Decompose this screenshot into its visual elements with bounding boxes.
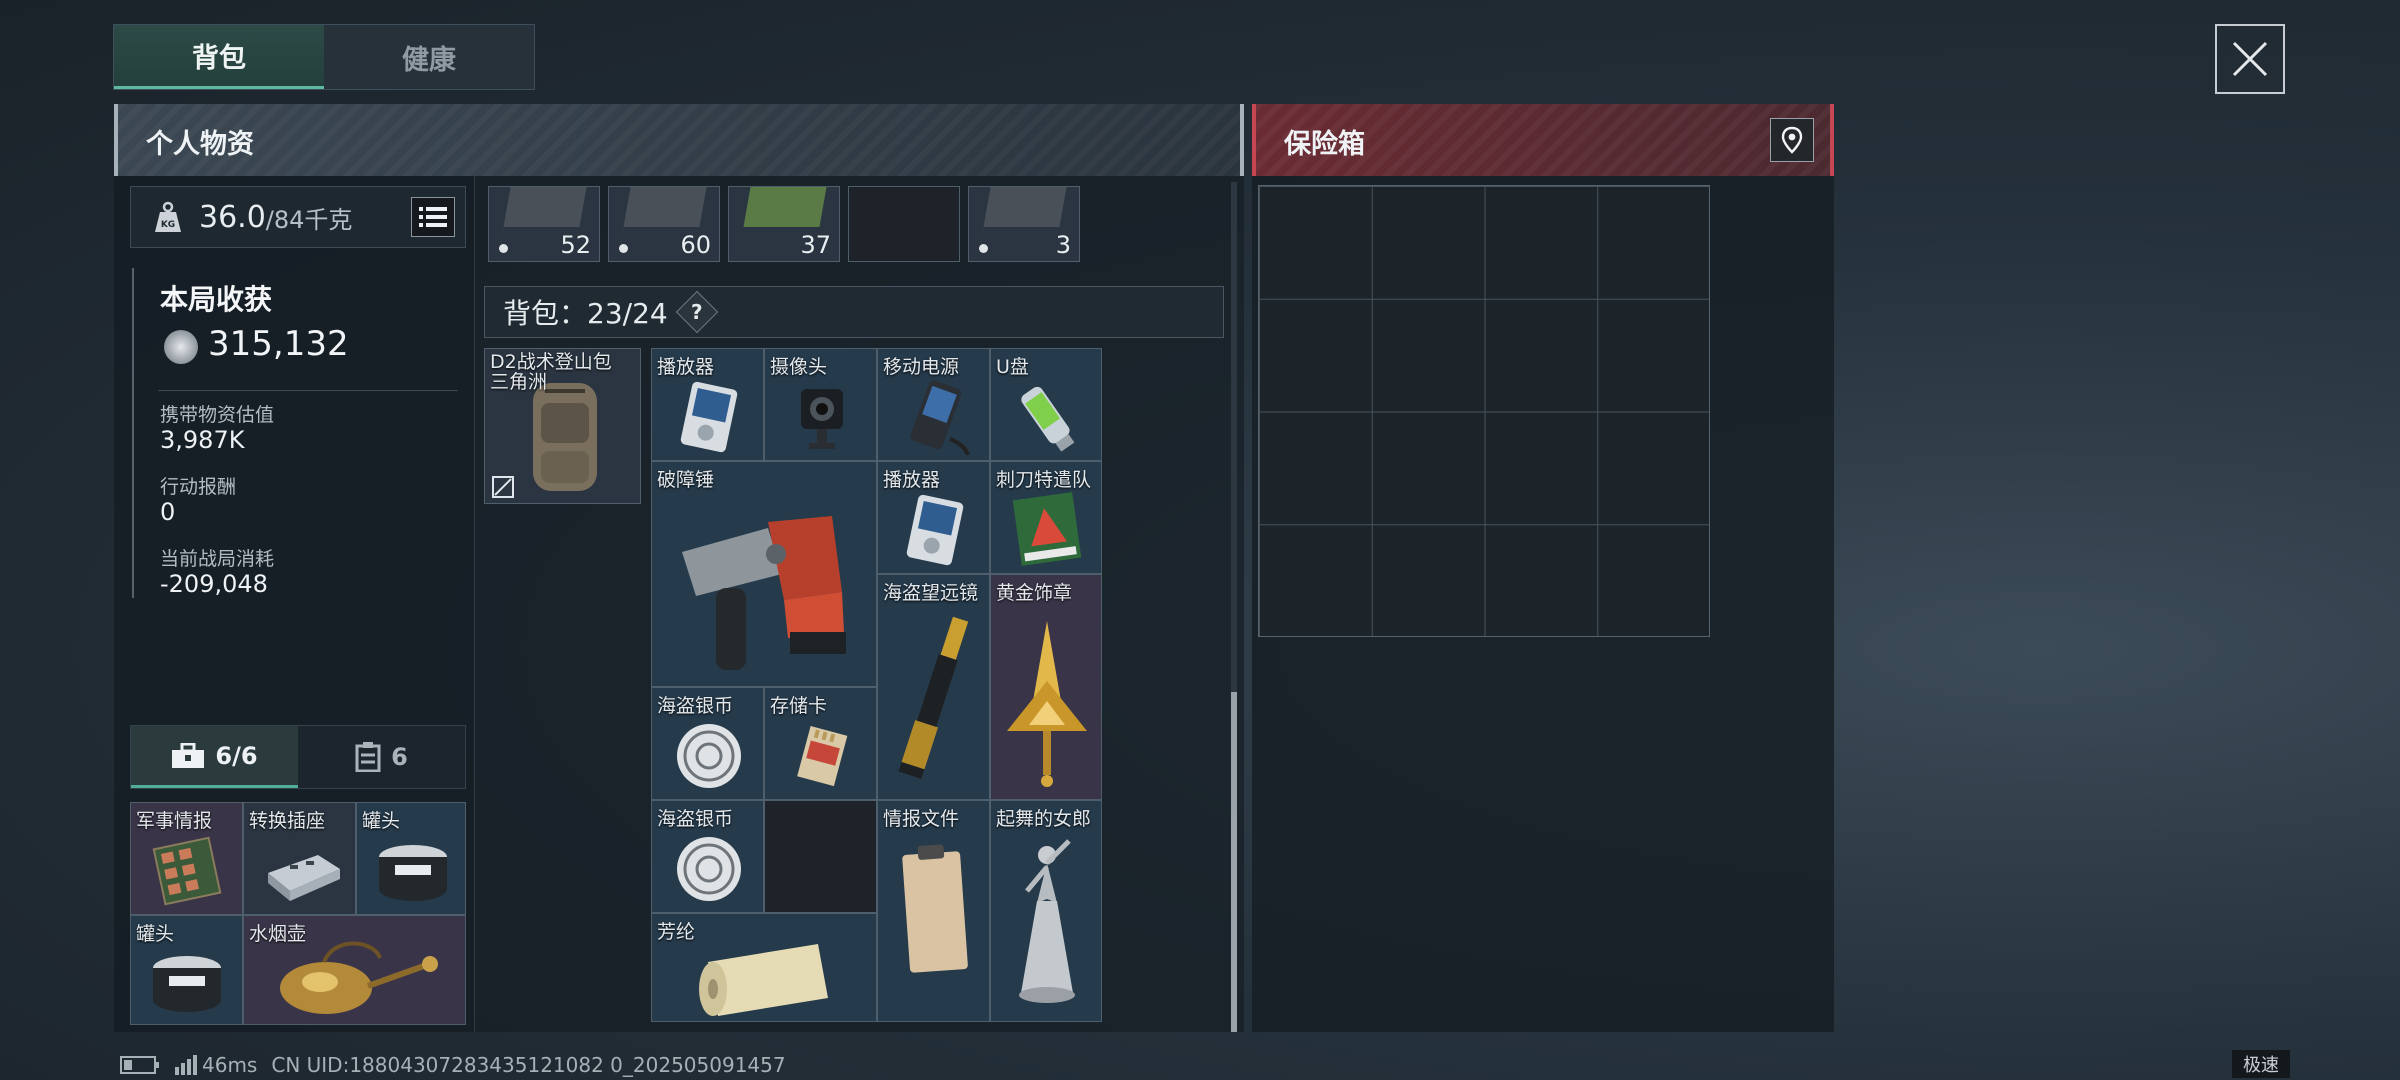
list-view-button[interactable] — [411, 197, 455, 237]
cost-value: -209,048 — [160, 570, 268, 598]
can-icon — [153, 956, 221, 1012]
media-player-icon — [680, 381, 738, 453]
telescope-icon — [898, 616, 969, 779]
clipboard-icon — [902, 844, 968, 973]
item-power-bank[interactable]: 移动电源 — [877, 348, 990, 461]
status-bar: 46ms CN UID:18804307283435121082 0_20250… — [120, 1050, 786, 1080]
ammo-box-2[interactable]: 60 — [608, 186, 720, 262]
power-drill-icon — [682, 516, 846, 670]
backpack-scrollbar[interactable] — [1231, 182, 1237, 1032]
empty-slot[interactable] — [764, 800, 877, 913]
tab-case[interactable]: 6 — [298, 726, 465, 788]
item-pirate-coin-1[interactable]: 海盗银币 — [651, 687, 764, 800]
ammo-box-4[interactable]: 3 — [968, 186, 1080, 262]
safe-box-grid[interactable] — [1258, 185, 1710, 637]
camera-icon — [801, 389, 843, 449]
backpack-capacity-bar: 背包：23/24 ? — [484, 286, 1224, 338]
ammo-box-1[interactable]: 52 — [488, 186, 600, 262]
pouch-item-hookah[interactable]: 水烟壶 — [243, 915, 466, 1025]
item-aramid[interactable]: 芳纶 — [651, 913, 877, 1022]
tab-health[interactable]: 健康 — [324, 25, 534, 89]
item-pirate-coin-2[interactable]: 海盗银币 — [651, 800, 764, 913]
help-button[interactable]: ? — [675, 290, 718, 334]
location-pin-icon — [1781, 126, 1803, 154]
battery-icon — [120, 1056, 159, 1074]
item-player-2[interactable]: 播放器 — [877, 461, 990, 574]
close-icon — [2232, 41, 2268, 77]
list-icon — [419, 207, 447, 227]
power-bank-icon — [910, 380, 970, 456]
pouch-item-can-1[interactable]: 罐头 — [356, 802, 466, 915]
cost-label: 当前战局消耗 — [160, 548, 275, 570]
pouch-item-can-2[interactable]: 罐头 — [130, 915, 243, 1025]
round-gain-label: 本局收获 — [160, 283, 273, 316]
ammo-box-3[interactable]: 37 — [728, 186, 840, 262]
kg-weight-icon: KG — [155, 201, 181, 232]
safe-box-header: 保险箱 — [1252, 104, 1834, 176]
gold-emblem-icon — [1007, 621, 1087, 787]
round-gain-value: 315,132 — [208, 324, 349, 364]
backpack-brand: 三角洲 — [490, 371, 548, 393]
fabric-roll-icon — [699, 944, 828, 1016]
silver-coin-icon — [677, 837, 741, 901]
svg-text:KG: KG — [161, 220, 175, 230]
weight-display: KG 36.0 /84千克 — [130, 186, 466, 248]
item-usb-drive[interactable]: U盘 — [990, 348, 1102, 461]
item-player-1[interactable]: 播放器 — [651, 348, 764, 461]
help-icon: ? — [690, 299, 703, 324]
reward-label: 行动报酬 — [160, 476, 237, 498]
circuit-board-icon — [152, 836, 222, 906]
item-bayonet-squad[interactable]: 刺刀特遣队 — [990, 461, 1102, 574]
scrollbar-thumb[interactable] — [1231, 692, 1237, 1032]
item-intel-document[interactable]: 情报文件 — [877, 800, 990, 1022]
can-icon — [379, 845, 447, 901]
top-tabs: 背包 健康 — [113, 24, 535, 90]
weight-current: 36.0 — [199, 199, 266, 235]
divider — [158, 390, 458, 391]
toolbox-icon — [172, 742, 205, 768]
item-dancing-lady[interactable]: 起舞的女郎 — [990, 800, 1102, 1022]
location-pin-button[interactable] — [1770, 118, 1814, 162]
silver-coin-icon — [677, 724, 741, 788]
item-gold-emblem[interactable]: 黄金饰章 — [990, 574, 1102, 800]
carry-value: 3,987K — [160, 426, 245, 454]
signal-icon — [175, 1055, 197, 1075]
power-adapter-icon — [268, 855, 340, 901]
statue-icon — [1019, 839, 1075, 1003]
backpack-slot[interactable]: D2战术登山包 三角洲 — [484, 348, 641, 504]
game-box-icon — [1012, 492, 1082, 566]
weight-total: /84千克 — [265, 205, 353, 234]
backpack-name: D2战术登山包 — [490, 351, 612, 373]
ping: 46ms — [202, 1053, 258, 1077]
pouch-item-adapter[interactable]: 转换插座 — [243, 802, 356, 915]
usb-drive-icon — [1021, 386, 1075, 452]
item-pirate-telescope[interactable]: 海盗望远镜 — [877, 574, 990, 800]
memory-card-icon — [797, 726, 848, 787]
tab-pouch[interactable]: 6/6 — [131, 726, 298, 788]
container-tabs: 6/6 6 — [130, 725, 466, 789]
reward-value: 0 — [160, 498, 176, 526]
safe-box-title: 保险箱 — [1284, 129, 1365, 160]
round-stats: 本局收获 315,132 携带物资估值 3,987K 行动报酬 0 当前战局消耗… — [132, 268, 464, 598]
case-count: 6 — [391, 743, 408, 771]
item-camera[interactable]: 摄像头 — [764, 348, 877, 461]
user-uid: CN UID:18804307283435121082 0_2025050914… — [271, 1053, 786, 1077]
case-icon — [355, 742, 381, 772]
media-player-icon — [906, 494, 964, 566]
pouch-count: 6/6 — [215, 741, 258, 770]
tab-backpack[interactable]: 背包 — [114, 25, 324, 89]
hookah-icon — [280, 941, 438, 1014]
close-button[interactable] — [2215, 24, 2285, 94]
item-memory-card[interactable]: 存储卡 — [764, 687, 877, 800]
personal-items-title: 个人物资 — [146, 129, 254, 160]
swap-icon — [492, 476, 514, 498]
pouch-item-military-intel[interactable]: 军事情报 — [130, 802, 243, 915]
coin-icon — [164, 330, 198, 364]
backpack-capacity: 背包：23/24 — [503, 297, 668, 330]
carry-value-label: 携带物资估值 — [160, 404, 275, 426]
speed-mode-badge[interactable]: 极速 — [2232, 1050, 2290, 1078]
item-breaching-hammer[interactable]: 破障锤 — [651, 461, 877, 687]
empty-slot[interactable] — [848, 186, 960, 262]
personal-items-header: 个人物资 — [114, 104, 1244, 176]
